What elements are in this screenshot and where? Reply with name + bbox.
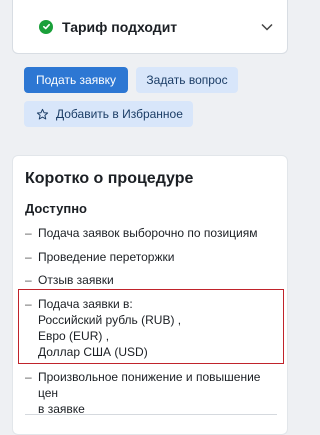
submit-application-button[interactable]: Подать заявку <box>24 67 128 93</box>
star-icon <box>36 108 49 119</box>
list-item: – Подача заявок выборочно по позициям <box>25 226 258 240</box>
procedure-subtitle: Доступно <box>25 201 87 216</box>
add-to-favorites-label: Добавить в Избранное <box>56 107 183 121</box>
tariff-status-dropdown[interactable]: Тариф подходит <box>12 0 288 54</box>
chevron-down-icon[interactable] <box>261 19 273 34</box>
ask-question-button[interactable]: Задать вопрос <box>136 67 238 93</box>
list-item-currencies: – Подача заявки в: Российский рубль (RUB… <box>25 297 182 359</box>
add-to-favorites-button[interactable]: Добавить в Избранное <box>24 101 193 127</box>
list-item: – Проведение переторжки <box>25 250 175 264</box>
list-dash: – <box>25 250 32 264</box>
tariff-status-text: Тариф подходит <box>62 18 178 35</box>
list-dash: – <box>25 273 32 287</box>
check-circle-icon <box>39 19 53 34</box>
procedure-summary-card: Коротко о процедуре Доступно – Подача за… <box>12 155 288 435</box>
list-dash: – <box>25 226 32 240</box>
list-item: – Отзыв заявки <box>25 273 114 287</box>
divider <box>25 414 277 415</box>
list-item: – Произвольное понижение и повышение цен… <box>25 370 261 416</box>
list-dash: – <box>25 370 32 384</box>
procedure-title: Коротко о процедуре <box>25 170 194 187</box>
list-dash: – <box>25 297 32 311</box>
